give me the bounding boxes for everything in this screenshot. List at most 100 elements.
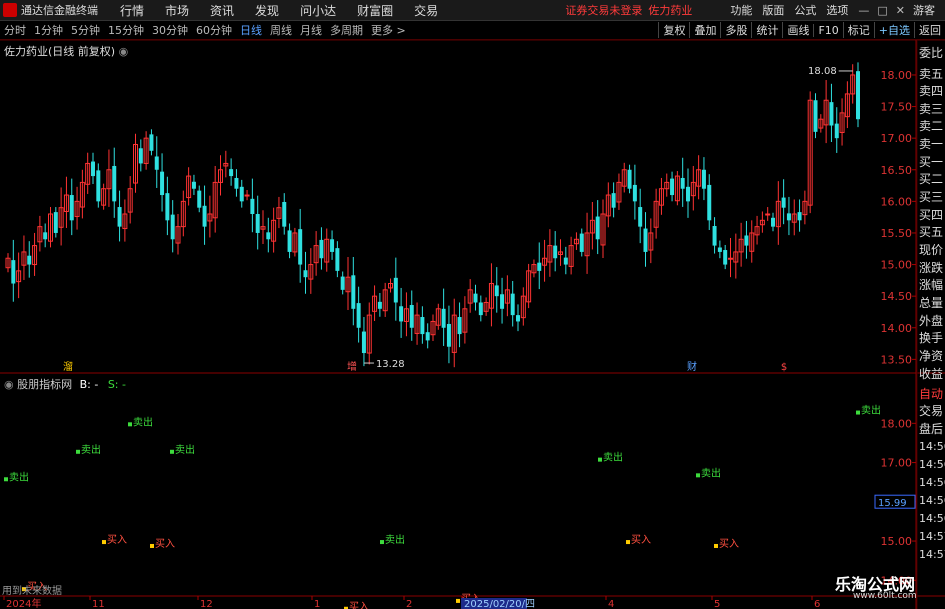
candle-body [558, 251, 563, 255]
menu-quotes[interactable]: 行情 [120, 2, 144, 19]
candle-body [478, 302, 483, 316]
candle-body [638, 207, 643, 227]
menu-functions[interactable]: 功能 [730, 2, 752, 18]
candle-body [250, 198, 255, 214]
trade-time: 14:56 [919, 476, 945, 489]
candle-body [11, 260, 16, 284]
candle-body [690, 181, 696, 197]
period-multi[interactable]: 多周期 [326, 22, 367, 38]
candle-body [197, 190, 202, 208]
candle-body [287, 230, 292, 252]
candle-body [674, 175, 680, 202]
candle-body [149, 134, 154, 151]
login-alert[interactable]: 证券交易未登录 [565, 2, 642, 18]
candle-body [791, 213, 797, 223]
candle-body [850, 74, 856, 95]
candle-body [53, 212, 58, 233]
menu-wealth-circle[interactable]: 财富圈 [357, 2, 393, 19]
candle-body [829, 102, 834, 126]
candle-body [701, 169, 706, 189]
candle-body [563, 257, 568, 265]
candle-body [818, 118, 824, 129]
tool-f10[interactable]: F10 [813, 23, 842, 37]
period-monthly[interactable]: 月线 [296, 22, 326, 38]
y-tick-label: 17.00 [881, 132, 913, 145]
current-stock: 佐力药业 [648, 4, 693, 17]
menu-market[interactable]: 市场 [165, 2, 189, 19]
menu-layout[interactable]: 版面 [762, 2, 784, 18]
menu-options[interactable]: 选项 [826, 2, 848, 18]
candle-body [345, 276, 351, 293]
buy-signal-label: 买入 [631, 534, 651, 546]
tool-mark[interactable]: 标记 [842, 22, 874, 38]
candle-body [653, 200, 659, 228]
close-icon[interactable]: ✕ [896, 4, 905, 17]
candle-body [319, 239, 324, 259]
candle-body [510, 293, 515, 316]
kline-chart[interactable]: 18.00 17.50 17.00 16.50 16.00 15.50 15.00 14.50… [0, 0, 945, 609]
period-60min[interactable]: 60分钟 [192, 22, 236, 38]
sell-signal-label: 卖出 [603, 451, 623, 464]
period-1min[interactable]: 1分钟 [30, 22, 67, 38]
candle-body [244, 194, 250, 197]
candle-body [330, 239, 335, 252]
period-5min[interactable]: 5分钟 [67, 22, 104, 38]
candle-body [122, 213, 128, 230]
candle-body [738, 238, 744, 253]
x-axis-label: 12 [200, 599, 213, 609]
candle-body [435, 308, 441, 326]
app-logo-icon [3, 3, 17, 17]
buy-signal-icon [456, 598, 460, 603]
tool-add-favorite[interactable]: +自选 [873, 22, 914, 38]
tool-draw-line[interactable]: 画线 [782, 22, 813, 38]
candle-body [723, 250, 728, 265]
user-label[interactable]: 游客 [913, 2, 935, 18]
period-more[interactable]: 更多 > [367, 22, 410, 38]
tool-overlay[interactable]: 叠加 [689, 22, 720, 38]
menu-discover[interactable]: 发现 [255, 2, 279, 19]
tool-multi-stock[interactable]: 多股 [720, 22, 751, 38]
event-marker: 增 [347, 360, 357, 373]
period-weekly[interactable]: 周线 [266, 22, 296, 38]
period-30min[interactable]: 30分钟 [148, 22, 192, 38]
candle-body [446, 323, 451, 347]
candle-body [372, 295, 378, 312]
candle-body [212, 181, 218, 219]
candle-body [621, 169, 627, 187]
menu-news[interactable]: 资讯 [210, 2, 234, 19]
period-intraday[interactable]: 分时 [0, 22, 30, 38]
candle-body [218, 169, 223, 183]
candle-body [191, 181, 196, 189]
candle-body [48, 213, 53, 242]
maximize-icon[interactable]: □ [877, 4, 887, 17]
candle-body [366, 314, 372, 354]
candle-body [202, 205, 207, 227]
candle-body [27, 255, 32, 265]
tool-adjust[interactable]: 复权 [658, 22, 689, 38]
sell-signal-icon [76, 449, 80, 454]
candle-body [632, 184, 637, 202]
tool-back[interactable]: 返回 [914, 22, 945, 38]
candle-body [728, 257, 733, 260]
sell-signal-label: 卖出 [133, 415, 153, 428]
sell-signal-label: 卖出 [81, 443, 101, 456]
minimize-icon[interactable]: — [858, 4, 869, 17]
quote-label: 总量 [919, 296, 944, 310]
candle-body [117, 207, 122, 227]
menu-ask-xiaoda[interactable]: 问小达 [300, 2, 336, 19]
y-tick-label: 15.50 [881, 227, 913, 240]
auto-label[interactable]: 自动 [919, 385, 943, 402]
quote-label: 委比 [919, 46, 944, 60]
period-daily[interactable]: 日线 [236, 22, 266, 38]
quote-label: 现价 [919, 243, 944, 257]
period-15min[interactable]: 15分钟 [104, 22, 148, 38]
quote-label: 收益 [919, 367, 944, 381]
y-tick-label: 14.50 [881, 290, 913, 303]
menu-trade[interactable]: 交易 [414, 2, 438, 19]
candle-body [547, 245, 553, 263]
candle-body [223, 162, 229, 167]
indicator-title: ◉ 股朋指标网 B: - S: - [4, 378, 126, 391]
tool-statistics[interactable]: 统计 [751, 22, 782, 38]
candle-body [568, 245, 574, 267]
menu-formula[interactable]: 公式 [794, 2, 816, 18]
